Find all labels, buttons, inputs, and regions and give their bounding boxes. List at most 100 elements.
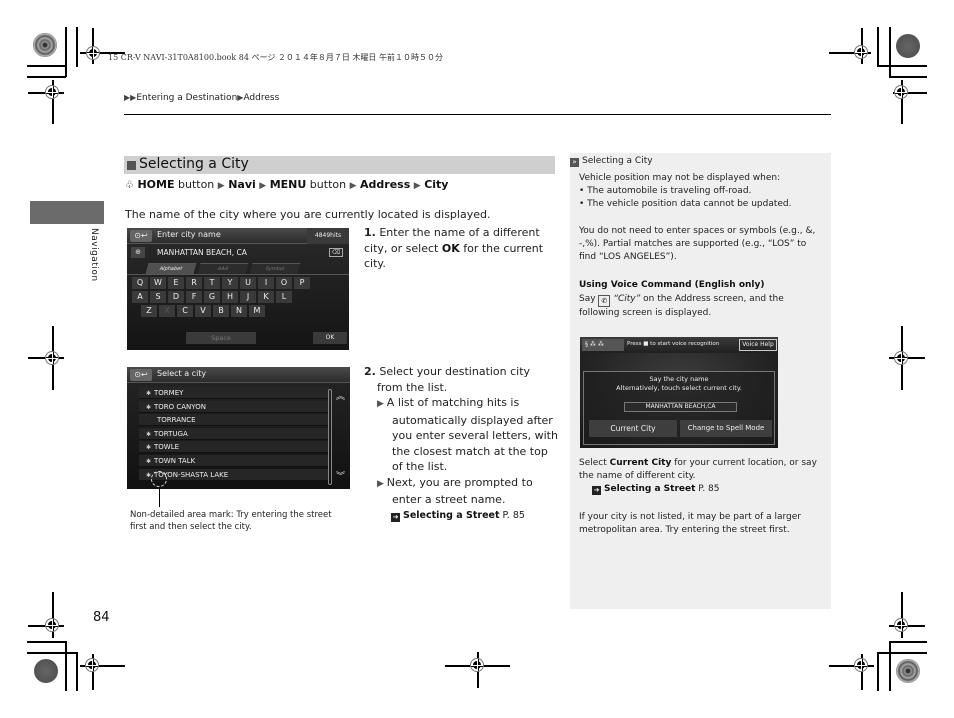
registration-mark bbox=[42, 82, 62, 102]
current-city-button[interactable]: Current City bbox=[589, 420, 677, 437]
step-bullet: ▶ A list of matching hits is automatical… bbox=[364, 395, 559, 475]
cross-reference[interactable]: ➔ Selecting a Street P. 85 bbox=[364, 508, 559, 524]
tab-aaa[interactable]: AAA bbox=[197, 263, 249, 274]
key-y[interactable]: Y bbox=[222, 277, 238, 289]
enter-city-screen: ⊙↩ Enter city name 4849hits ⊕ MANHATTAN … bbox=[127, 228, 349, 350]
city-list-item[interactable]: ✱ TORTUGA bbox=[139, 427, 329, 440]
key-b[interactable]: B bbox=[213, 305, 229, 317]
city-list-item[interactable]: TORRANCE bbox=[139, 414, 329, 427]
note-paragraph: You do not need to enter spaces or symbo… bbox=[579, 226, 816, 262]
key-q[interactable]: Q bbox=[132, 277, 148, 289]
key-f[interactable]: F bbox=[186, 291, 202, 303]
city-list-item[interactable]: ✱ TORO CANYON bbox=[139, 400, 329, 413]
crop-mark bbox=[889, 27, 891, 77]
tab-alphabet[interactable]: Alphabet bbox=[145, 263, 197, 274]
path-text: button bbox=[174, 178, 218, 191]
note-text: Vehicle position may not be displayed wh… bbox=[579, 173, 781, 183]
crop-mark bbox=[889, 641, 891, 691]
ok-button[interactable]: OK bbox=[313, 332, 347, 344]
page-number: 84 bbox=[93, 610, 110, 625]
key-z[interactable]: Z bbox=[141, 305, 157, 317]
key-h[interactable]: H bbox=[222, 291, 238, 303]
registration-mark bbox=[891, 615, 911, 635]
note-paragraph: If your city is not listed, it may be pa… bbox=[579, 512, 801, 535]
arrow-icon: ▶ bbox=[377, 478, 387, 489]
voice-command-section: Using Voice Command (English only) Say ✆… bbox=[579, 279, 824, 320]
bullet-text: The automobile is traveling off-road. bbox=[587, 186, 752, 196]
notes-header: » Selecting a City bbox=[570, 156, 653, 167]
spell-mode-button[interactable]: Change to Spell Mode bbox=[680, 420, 772, 437]
crop-mark bbox=[27, 652, 77, 654]
breadcrumb-item[interactable]: Entering a Destination bbox=[136, 93, 237, 103]
key-n[interactable]: N bbox=[231, 305, 247, 317]
path-item: Navi bbox=[228, 178, 256, 191]
globe-icon[interactable]: ⊕ bbox=[131, 247, 145, 258]
key-w[interactable]: W bbox=[150, 277, 166, 289]
reference-label[interactable]: Selecting a Street bbox=[604, 484, 695, 494]
key-a[interactable]: A bbox=[132, 291, 148, 303]
breadcrumb-item[interactable]: Address bbox=[243, 93, 279, 103]
back-icon[interactable]: ⊙↩ bbox=[130, 230, 152, 242]
reference-label[interactable]: Selecting a Street bbox=[403, 510, 500, 521]
space-button[interactable]: Space bbox=[186, 332, 256, 344]
header-rule bbox=[124, 114, 831, 115]
key-j[interactable]: J bbox=[240, 291, 256, 303]
key-o[interactable]: O bbox=[276, 277, 292, 289]
city-list-item[interactable]: ✱ TORMEY bbox=[139, 387, 329, 399]
screen-title: Select a city bbox=[157, 369, 207, 378]
key-m[interactable]: M bbox=[249, 305, 265, 317]
key-s[interactable]: S bbox=[150, 291, 166, 303]
key-i[interactable]: I bbox=[258, 277, 274, 289]
key-g[interactable]: G bbox=[204, 291, 220, 303]
bullet-text: Next, you are prompted to enter a street… bbox=[386, 475, 533, 507]
city-list-item[interactable]: ✱ TOWLE bbox=[139, 441, 329, 454]
key-l[interactable]: L bbox=[276, 291, 292, 303]
voice-heading: Using Voice Command (English only) bbox=[579, 280, 765, 290]
key-c[interactable]: C bbox=[177, 305, 193, 317]
note-bullet: • The automobile is traveling off-road. bbox=[579, 186, 752, 196]
registration-mark bbox=[42, 348, 62, 368]
registration-mark bbox=[891, 82, 911, 102]
city-list-item[interactable]: ✱ TOWN TALK bbox=[139, 455, 329, 467]
backspace-icon[interactable]: ⌫ bbox=[329, 248, 343, 257]
key-t[interactable]: T bbox=[204, 277, 220, 289]
step-number: 1. bbox=[364, 226, 376, 239]
path-item: HOME bbox=[137, 178, 175, 191]
registration-mark bbox=[851, 42, 871, 62]
path-text: button bbox=[306, 178, 350, 191]
scrollbar[interactable] bbox=[328, 389, 332, 485]
reference-page: P. 85 bbox=[502, 509, 525, 521]
voice-icons: § ⁂ ⁂ bbox=[582, 339, 624, 351]
city-input[interactable]: MANHATTAN BEACH, CA bbox=[157, 248, 247, 257]
registration-mark bbox=[42, 615, 62, 635]
cross-reference[interactable]: ➔ Selecting a Street P. 85 bbox=[579, 483, 824, 496]
note-paragraph: Select Current City for your current loc… bbox=[579, 457, 824, 496]
key-x[interactable]: X bbox=[159, 305, 175, 317]
city-list-item[interactable]: ✱ TOYON-SHASTA LAKE bbox=[139, 468, 329, 481]
back-icon[interactable]: ⊙↩ bbox=[130, 369, 152, 381]
key-r[interactable]: R bbox=[186, 277, 202, 289]
key-e[interactable]: E bbox=[168, 277, 184, 289]
screen-caption: Non-detailed area mark: Try entering the… bbox=[130, 510, 332, 532]
step-line: 2. Select your destination city from the… bbox=[364, 364, 559, 395]
crop-mark bbox=[65, 641, 67, 691]
step-number: 2. bbox=[364, 365, 376, 378]
voice-line: Alternatively, touch select current city… bbox=[616, 384, 742, 392]
voice-header: § ⁂ ⁂ Press ■ to start voice recognition… bbox=[580, 337, 778, 353]
screen-header: ⊙↩ Enter city name 4849hits bbox=[127, 228, 349, 244]
tab-symbol[interactable]: Symbol bbox=[249, 263, 301, 274]
key-d[interactable]: D bbox=[168, 291, 184, 303]
scroll-up-icon[interactable]: ︽ bbox=[336, 389, 345, 402]
city-name: TORRANCE bbox=[157, 416, 196, 425]
voice-help-button[interactable]: Voice Help bbox=[739, 339, 777, 351]
key-k[interactable]: K bbox=[258, 291, 274, 303]
crop-mark bbox=[27, 641, 66, 643]
key-p[interactable]: P bbox=[294, 277, 310, 289]
key-u[interactable]: U bbox=[240, 277, 256, 289]
non-detailed-area-icon: ✱ bbox=[145, 458, 151, 465]
key-v[interactable]: V bbox=[195, 305, 211, 317]
chapter-label: Navigation bbox=[89, 228, 99, 282]
crop-mark bbox=[65, 27, 67, 77]
scroll-down-icon[interactable]: ︾ bbox=[336, 469, 345, 482]
registration-mark bbox=[891, 348, 911, 368]
